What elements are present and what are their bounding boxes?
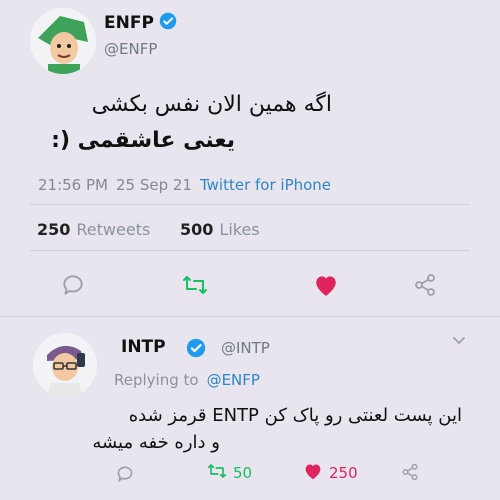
verified-badge-icon: [159, 12, 177, 34]
enfp-avatar[interactable]: [30, 8, 96, 74]
likes-count: 500: [180, 220, 214, 239]
reply-author-handle[interactable]: @INTP: [221, 339, 270, 357]
likes-label: Likes: [219, 220, 260, 239]
main-tweet-text-line1: اگه همین الان نفس بکشی: [91, 92, 332, 117]
reply-icon[interactable]: [113, 463, 137, 483]
main-author-name[interactable]: ENFP: [104, 13, 154, 33]
intp-avatar[interactable]: [33, 333, 97, 397]
main-author-handle[interactable]: @ENFP: [104, 40, 157, 58]
heart-icon: [302, 462, 324, 484]
retweets-stat[interactable]: 250 Retweets: [37, 220, 150, 239]
reply-author-name[interactable]: INTP: [121, 337, 166, 357]
retweet-icon: [205, 462, 229, 484]
divider: [30, 250, 470, 251]
main-tweet-text-line2: یعنی عاشقمی (:: [51, 128, 235, 153]
reply-like-stat[interactable]: 250: [302, 462, 358, 484]
reply-icon[interactable]: [58, 270, 88, 300]
retweets-label: Retweets: [76, 220, 151, 239]
replying-to-label: Replying to: [114, 371, 199, 389]
divider: [0, 316, 500, 317]
tweet-date: 25 Sep 21: [115, 176, 192, 194]
heart-icon[interactable]: [311, 270, 341, 300]
reply-retweets-count: 50: [233, 464, 253, 482]
reply-text-line2: و داره خفه میشه: [92, 432, 220, 453]
divider: [30, 204, 470, 205]
share-icon[interactable]: [398, 462, 422, 482]
reply-likes-count: 250: [329, 464, 358, 482]
tweet-time: 21:56 PM: [38, 176, 108, 194]
tweet-source[interactable]: Twitter for iPhone: [200, 176, 331, 194]
reply-text-line1: این پست لعنتی رو پاک کن ENTP قرمز شده: [128, 405, 462, 426]
verified-badge-icon: [186, 338, 206, 362]
reply-retweet-stat[interactable]: 50: [205, 462, 252, 484]
replying-to-handle[interactable]: @ENFP: [207, 371, 260, 389]
retweet-icon[interactable]: [180, 270, 210, 300]
likes-stat[interactable]: 500 Likes: [180, 220, 260, 239]
chevron-down-icon[interactable]: [450, 332, 468, 350]
retweets-count: 250: [37, 220, 71, 239]
share-icon[interactable]: [410, 270, 440, 300]
